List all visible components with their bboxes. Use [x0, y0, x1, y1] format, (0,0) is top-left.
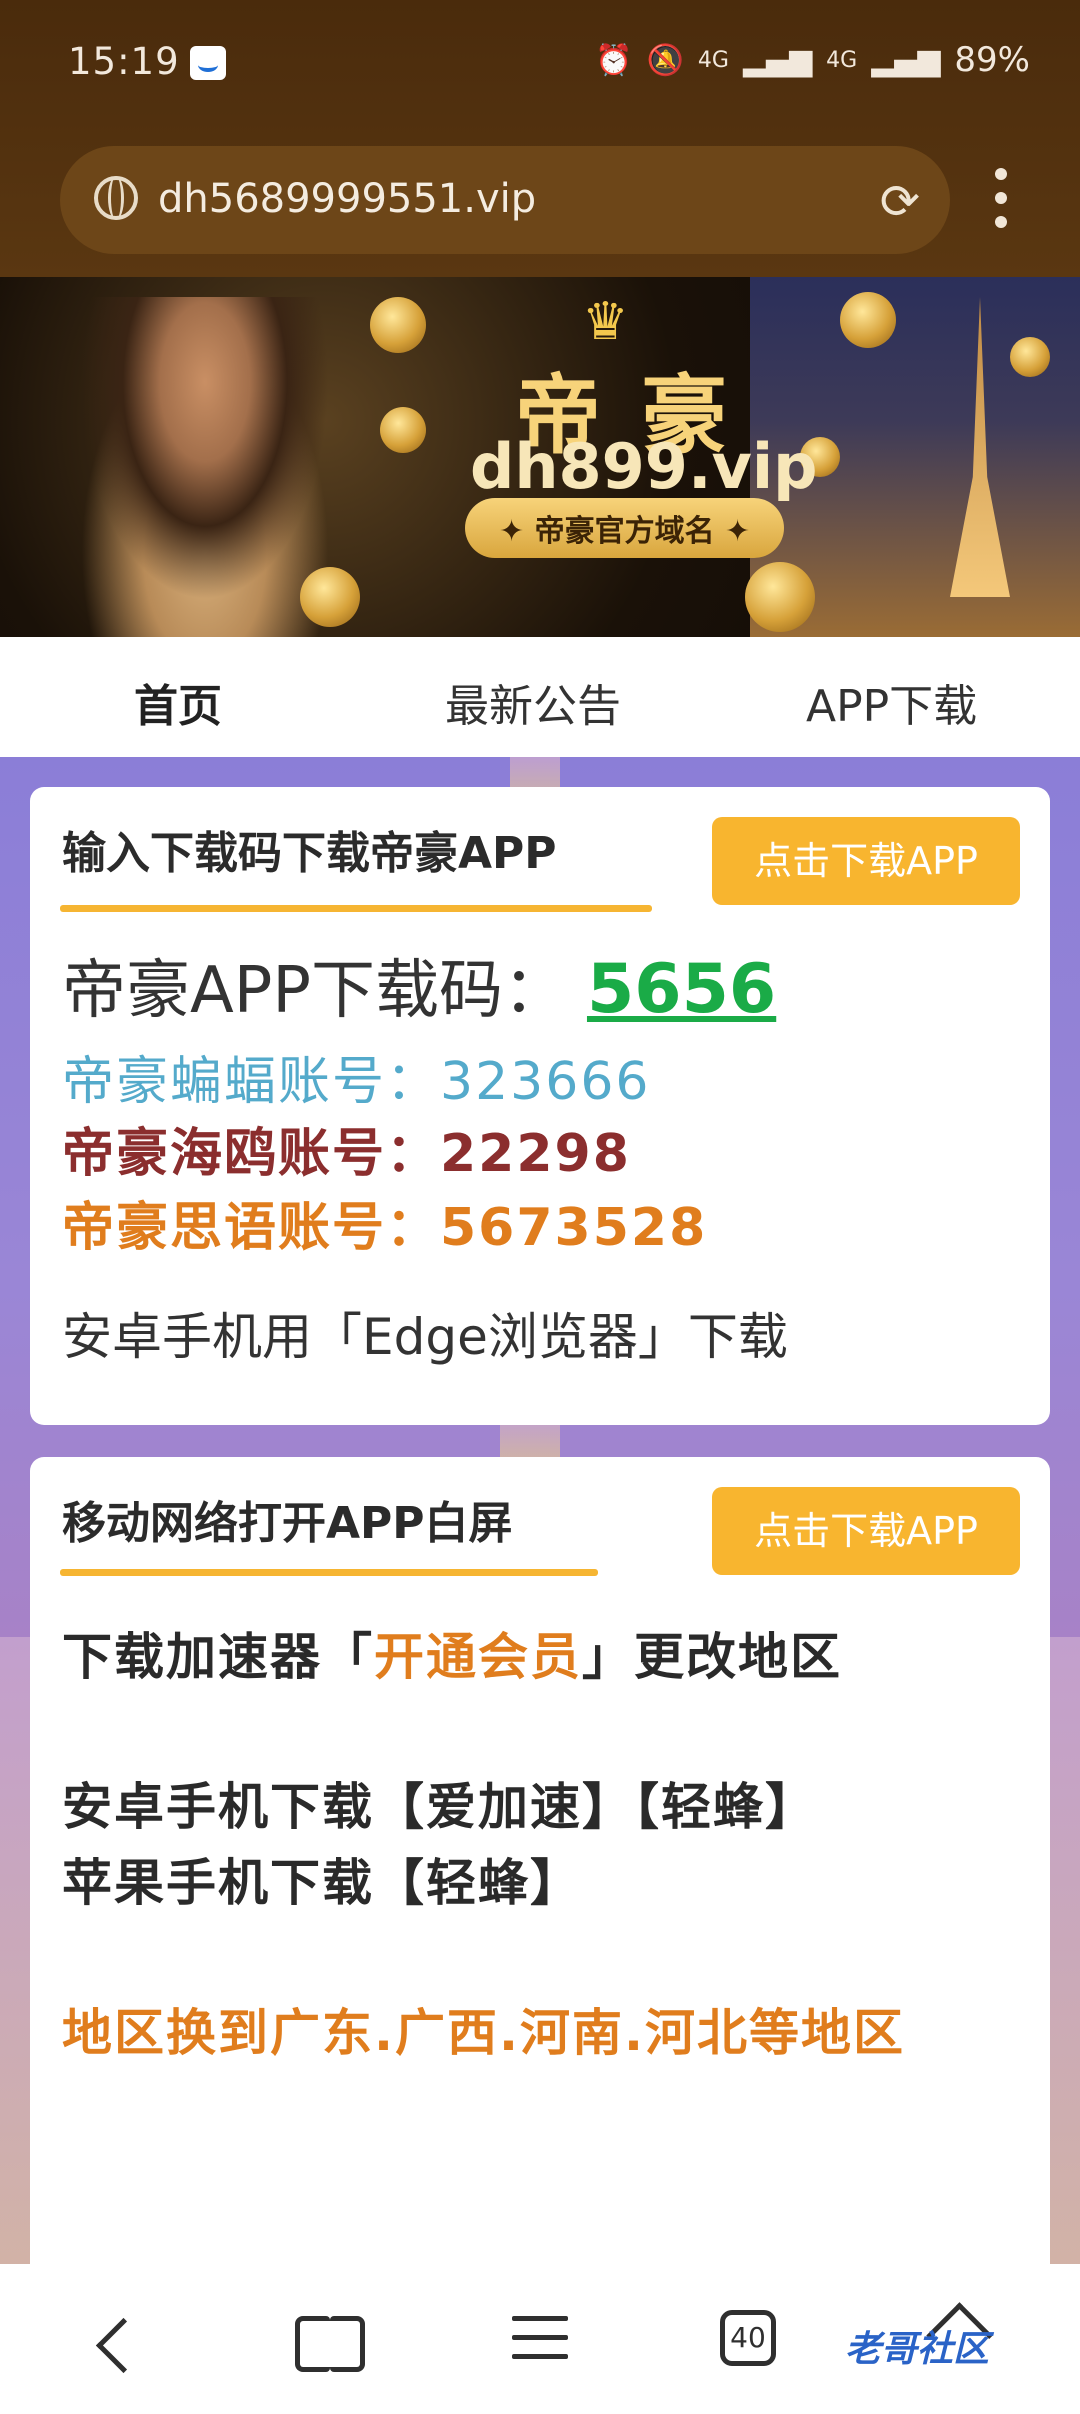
status-icons: ⏰ 🔕 4G ▂▄▆ 4G ▂▄▆ 89%: [595, 40, 1030, 80]
signal-icon-2: ▂▄▆: [871, 42, 941, 78]
coin-image: [840, 292, 896, 348]
accelerator-suffix: 」更改地区: [582, 1628, 842, 1686]
download-app-button[interactable]: 点击下载APP: [712, 817, 1020, 905]
brand-domain: dh899.vip: [470, 430, 818, 503]
bat-account: 帝豪蝙蝠账号：323666: [62, 1052, 651, 1112]
tab-announcements[interactable]: 最新公告: [445, 670, 621, 734]
building-image: [1045, 1637, 1080, 2264]
signal-icon: ▂▄▆: [742, 42, 813, 78]
tab-app-download[interactable]: APP下载: [806, 670, 977, 734]
browser-tip: 安卓手机用「Edge浏览器」下载: [62, 1308, 788, 1366]
siyu-account: 帝豪思语账号：5673528: [62, 1198, 708, 1258]
bookmarks-icon[interactable]: [295, 2316, 365, 2372]
white-screen-help-card: 移动网络打开APP白屏 点击下载APP 下载加速器「开通会员」更改地区 安卓手机…: [30, 1457, 1050, 2264]
membership-highlight: 开通会员: [374, 1628, 582, 1686]
download-app-button[interactable]: 点击下载APP: [712, 1487, 1020, 1575]
coin-image: [745, 562, 815, 632]
ios-download-tip: 苹果手机下载【轻蜂】: [62, 1854, 582, 1912]
download-code-card: 输入下载码下载帝豪APP 点击下载APP 帝豪APP下载码： 5656 帝豪蝙蝠账…: [30, 787, 1050, 1425]
globe-icon: [94, 176, 138, 220]
coin-image: [380, 407, 426, 453]
accelerator-tip: 下载加速器「开通会员」更改地区: [62, 1617, 842, 1689]
crown-icon: ♛: [582, 292, 629, 352]
download-code-line: 帝豪APP下载码： 5656: [62, 939, 776, 1031]
card-title: 移动网络打开APP白屏: [62, 1498, 513, 1549]
browser-chrome: 15:19 ⏰ 🔕 4G ▂▄▆ 4G ▂▄▆ 89% dh5689999551…: [0, 0, 1080, 277]
back-icon[interactable]: [95, 2317, 152, 2374]
menu-icon[interactable]: [512, 2316, 568, 2373]
reload-icon[interactable]: ⟳: [880, 174, 920, 230]
coin-image: [1010, 337, 1050, 377]
coin-image: [370, 297, 426, 353]
tab-home[interactable]: 首页: [134, 670, 222, 734]
tabs-count-button[interactable]: 40: [720, 2310, 776, 2366]
address-bar[interactable]: dh5689999551.vip ⟳: [60, 146, 950, 254]
url-text[interactable]: dh5689999551.vip: [158, 176, 536, 222]
region-tip: 地区换到广东.广西.河南.河北等地区: [62, 2004, 905, 2062]
gull-account: 帝豪海鸥账号：22298: [62, 1124, 631, 1184]
more-options-icon[interactable]: [995, 168, 1007, 228]
accelerator-prefix: 下载加速器「: [62, 1628, 374, 1686]
title-underline: [60, 905, 652, 912]
alarm-icon: ⏰: [595, 42, 633, 78]
card-title: 输入下载码下载帝豪APP: [62, 828, 557, 879]
network-label-1: 4G: [697, 47, 729, 73]
battery-level: 89%: [954, 40, 1030, 80]
network-label-2: 4G: [826, 47, 858, 73]
status-bar: 15:19 ⏰ 🔕 4G ▂▄▆ 4G ▂▄▆ 89%: [0, 0, 1080, 130]
title-underline: [60, 1569, 598, 1576]
brand-tagline: ✦ 帝豪官方域名 ✦: [465, 498, 785, 558]
coin-image: [300, 567, 360, 627]
site-nav-tabs: 首页 最新公告 APP下载: [0, 637, 1080, 757]
status-time: 15:19: [68, 40, 180, 83]
download-code-label: 帝豪APP下载码：: [62, 954, 567, 1028]
notification-app-icon: [190, 46, 226, 80]
download-code-value[interactable]: 5656: [587, 950, 776, 1029]
android-download-tip: 安卓手机下载【爱加速】【轻蜂】: [62, 1778, 817, 1836]
watermark-logo: 老哥社区: [845, 2329, 990, 2370]
mute-icon: 🔕: [646, 42, 684, 78]
